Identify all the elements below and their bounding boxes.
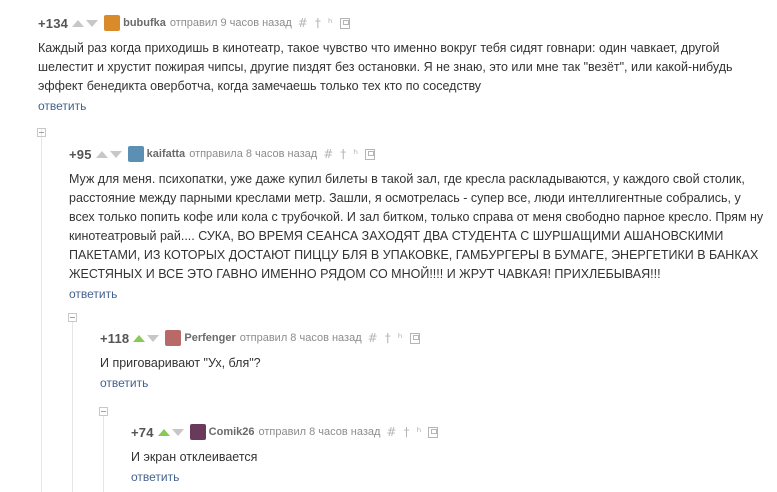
avatar[interactable] — [189, 424, 206, 440]
thread-line-level-3 — [103, 416, 104, 492]
comment: +134 bubufka отправил 9 часов назад # † … — [38, 14, 768, 115]
comment-link-icon[interactable]: # — [386, 426, 396, 438]
username[interactable]: kaifatta — [147, 148, 186, 160]
comment-rating: +95 — [69, 146, 92, 162]
vote-up-icon[interactable] — [72, 19, 85, 27]
vote-down-icon[interactable] — [109, 150, 122, 158]
avatar[interactable] — [104, 15, 121, 31]
vote-up-icon[interactable] — [133, 334, 146, 342]
parent-comment-icon[interactable]: † — [403, 426, 409, 438]
username[interactable]: bubufka — [123, 17, 166, 29]
vote-down-icon[interactable] — [147, 334, 160, 342]
thread-tree-icon[interactable]: ʰ — [416, 426, 421, 438]
collapse-thread-toggle[interactable] — [68, 313, 77, 322]
comment: +74 Comik26 отправил 8 часов назад # † ʰ… — [131, 423, 761, 486]
comment-link-icon[interactable]: # — [298, 17, 308, 29]
comment-text: И экран отклеивается — [131, 450, 258, 464]
comment-header: +95 kaifatta отправила 8 часов назад # †… — [69, 145, 769, 163]
parent-comment-icon[interactable]: † — [315, 17, 321, 29]
comment-link-icon[interactable]: # — [368, 332, 378, 344]
reply-link[interactable]: ответить — [100, 376, 148, 390]
collapse-thread-toggle[interactable] — [99, 407, 108, 416]
save-icon[interactable] — [409, 332, 420, 344]
comment-header: +134 bubufka отправил 9 часов назад # † … — [38, 14, 768, 32]
thread-tree-icon[interactable]: ʰ — [328, 17, 333, 29]
reply-link[interactable]: ответить — [38, 99, 86, 113]
comment-rating: +134 — [38, 15, 69, 31]
comment-link-icon[interactable]: # — [323, 148, 333, 160]
comment-timestamp: отправила 8 часов назад — [189, 148, 318, 160]
username[interactable]: Perfenger — [184, 332, 235, 344]
vote-up-icon[interactable] — [95, 150, 108, 158]
comment-text: И приговаривают "Ух, бля"? — [100, 356, 261, 370]
comment: +95 kaifatta отправила 8 часов назад # †… — [69, 145, 769, 303]
thread-tree-icon[interactable]: ʰ — [398, 332, 403, 344]
reply-link[interactable]: ответить — [69, 287, 117, 301]
thread-tree-icon[interactable]: ʰ — [353, 148, 358, 160]
comment-timestamp: отправил 8 часов назад — [258, 426, 381, 438]
thread-line-level-2 — [72, 322, 73, 492]
comment-header: +118 Perfenger отправил 8 часов назад # … — [100, 329, 760, 347]
parent-comment-icon[interactable]: † — [385, 332, 391, 344]
comment-text: Муж для меня. психопатки, уже даже купил… — [69, 172, 764, 281]
comment-timestamp: отправил 9 часов назад — [169, 17, 292, 29]
comment-header: +74 Comik26 отправил 8 часов назад # † ʰ — [131, 423, 761, 441]
save-icon[interactable] — [339, 17, 350, 29]
comment-rating: +118 — [100, 330, 130, 346]
comment-timestamp: отправил 8 часов назад — [239, 332, 362, 344]
comment-text: Каждый раз когда приходишь в кинотеатр, … — [38, 41, 733, 93]
thread-line-level-1 — [41, 128, 42, 492]
comment-rating: +74 — [131, 424, 154, 440]
comment: +118 Perfenger отправил 8 часов назад # … — [100, 329, 760, 392]
parent-comment-icon[interactable]: † — [340, 148, 346, 160]
save-icon[interactable] — [365, 148, 376, 160]
username[interactable]: Comik26 — [209, 426, 255, 438]
vote-up-icon[interactable] — [157, 428, 170, 436]
avatar[interactable] — [165, 330, 182, 346]
vote-down-icon[interactable] — [171, 428, 184, 436]
reply-link[interactable]: ответить — [131, 470, 179, 484]
save-icon[interactable] — [428, 426, 439, 438]
collapse-thread-toggle[interactable] — [37, 128, 46, 137]
vote-down-icon[interactable] — [86, 19, 99, 27]
avatar[interactable] — [127, 146, 144, 162]
